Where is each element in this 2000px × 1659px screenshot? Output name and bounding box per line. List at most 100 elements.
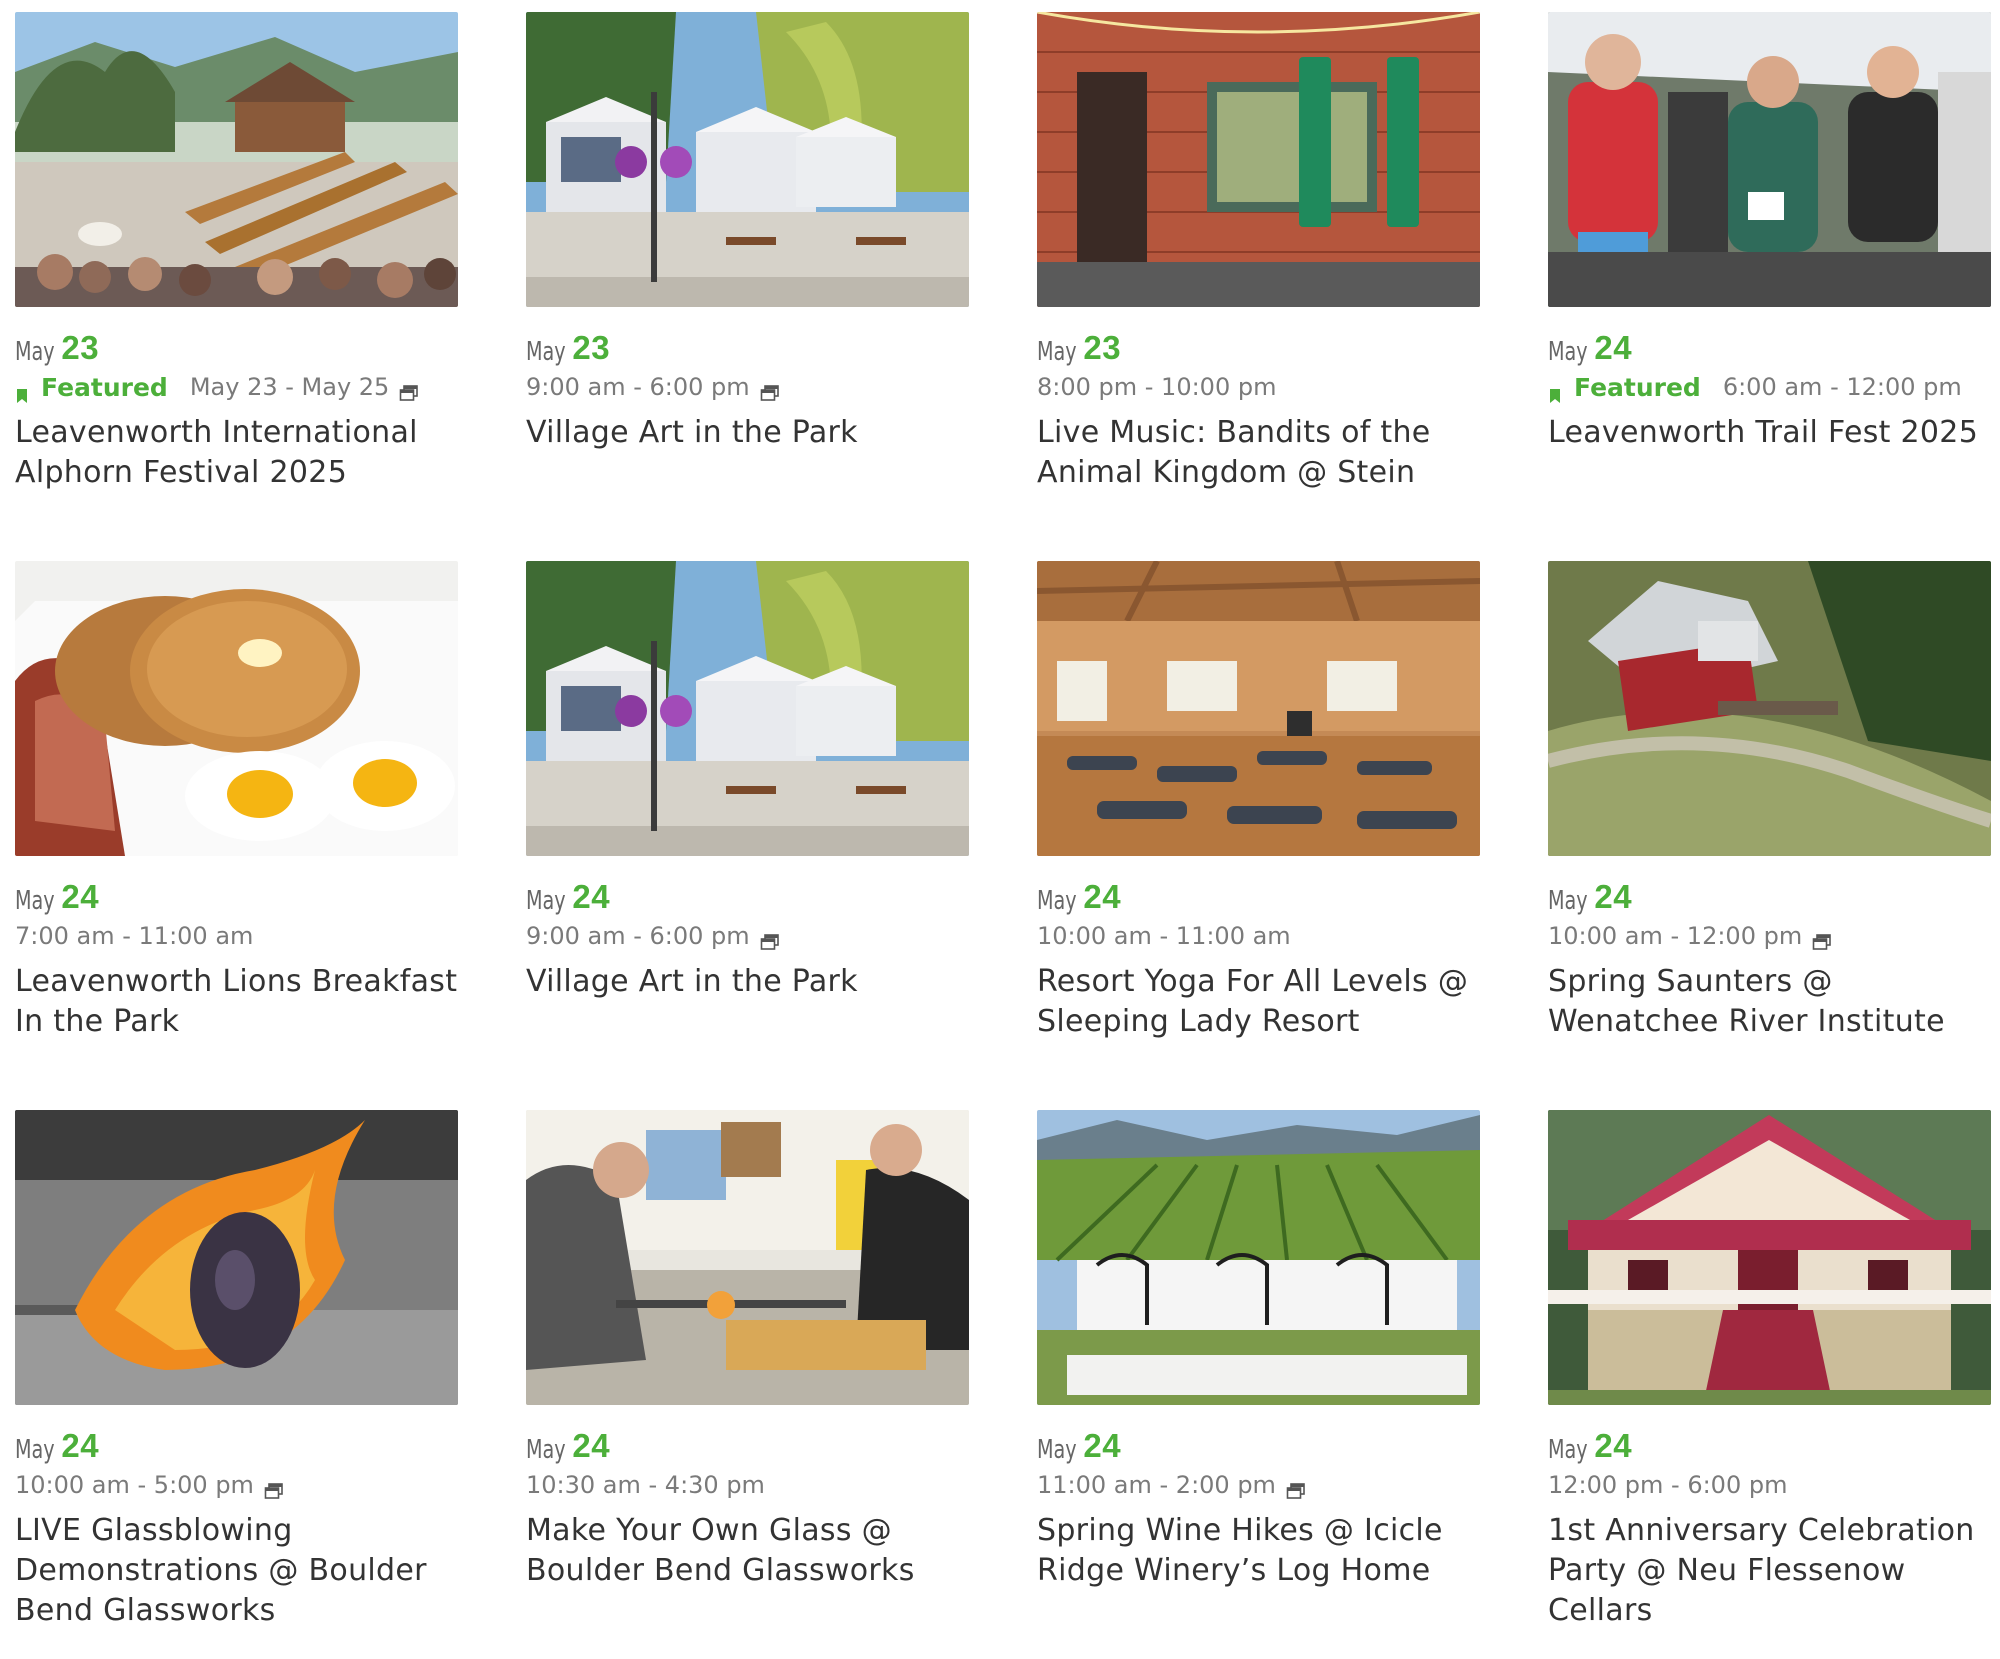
- event-image[interactable]: [526, 1110, 969, 1405]
- event-month: May: [15, 886, 55, 916]
- recurring-series-icon[interactable]: [1812, 928, 1832, 950]
- event-date: May 24: [1548, 1427, 1991, 1465]
- event-card[interactable]: May 24 10:30 am - 4:30 pm Make Your Own Gla…: [526, 1110, 969, 1659]
- events-grid: May 23 Featured May 23 - May 25 Leavenworth …: [15, 12, 1991, 1659]
- event-time: 12:00 pm - 6:00 pm: [1548, 1471, 1788, 1499]
- event-meta: 10:30 am - 4:30 pm: [526, 1469, 969, 1501]
- event-time: 6:00 am - 12:00 pm: [1722, 373, 1962, 401]
- event-month: May: [1037, 886, 1077, 916]
- event-meta: Featured 6:00 am - 12:00 pm: [1548, 371, 1991, 403]
- event-card[interactable]: May 23 8:00 pm - 10:00 pm Live Music: Bandi…: [1037, 12, 1480, 561]
- event-time: 7:00 am - 11:00 am: [15, 922, 254, 950]
- recurring-series-icon[interactable]: [399, 379, 419, 401]
- event-month: May: [526, 337, 566, 367]
- featured-label: Featured: [41, 372, 168, 402]
- event-meta: 10:00 am - 5:00 pm: [15, 1469, 458, 1501]
- event-image[interactable]: [1548, 561, 1991, 856]
- event-title-link[interactable]: Spring Wine Hikes @ Icicle Ridge Winery’…: [1037, 1511, 1480, 1591]
- event-meta: Featured May 23 - May 25: [15, 371, 458, 403]
- event-card[interactable]: May 24 10:00 am - 5:00 pm LIVE Glassblowing…: [15, 1110, 458, 1659]
- recurring-series-icon[interactable]: [264, 1477, 284, 1499]
- event-month: May: [526, 886, 566, 916]
- event-day: 24: [61, 1427, 100, 1464]
- event-card[interactable]: May 24 Featured 6:00 am - 12:00 pm Leavenwor…: [1548, 12, 1991, 561]
- event-card[interactable]: May 24 7:00 am - 11:00 am Leavenworth Lions…: [15, 561, 458, 1110]
- event-title-link[interactable]: Village Art in the Park: [526, 413, 969, 453]
- event-card[interactable]: May 23 Featured May 23 - May 25 Leavenworth …: [15, 12, 458, 561]
- event-image[interactable]: [1037, 12, 1480, 307]
- event-day: 24: [1083, 878, 1122, 915]
- event-day: 23: [61, 329, 100, 366]
- event-title-link[interactable]: Leavenworth International Alphorn Festiv…: [15, 413, 458, 493]
- event-date: May 24: [526, 1427, 969, 1465]
- event-day: 23: [572, 329, 611, 366]
- recurring-series-icon[interactable]: [760, 379, 780, 401]
- event-card[interactable]: May 24 9:00 am - 6:00 pm Village Art in the…: [526, 561, 969, 1110]
- event-meta: 7:00 am - 11:00 am: [15, 920, 458, 952]
- event-title-link[interactable]: Leavenworth Lions Breakfast In the Park: [15, 962, 458, 1042]
- event-month: May: [526, 1435, 566, 1465]
- event-title-link[interactable]: Village Art in the Park: [526, 962, 969, 1002]
- event-time: 9:00 am - 6:00 pm: [526, 373, 750, 401]
- event-day: 24: [1594, 878, 1633, 915]
- event-card[interactable]: May 23 9:00 am - 6:00 pm Village Art in the…: [526, 12, 969, 561]
- event-title-link[interactable]: LIVE Glassblowing Demonstrations @ Bould…: [15, 1511, 458, 1631]
- event-card[interactable]: May 24 10:00 am - 11:00 am Resort Yoga For …: [1037, 561, 1480, 1110]
- event-date: May 23: [1037, 329, 1480, 367]
- event-title-link[interactable]: Make Your Own Glass @ Boulder Bend Glass…: [526, 1511, 969, 1591]
- event-image[interactable]: [15, 561, 458, 856]
- flag-icon: [1550, 380, 1560, 403]
- event-time: May 23 - May 25: [189, 373, 390, 401]
- event-meta: 12:00 pm - 6:00 pm: [1548, 1469, 1991, 1501]
- event-month: May: [15, 1435, 55, 1465]
- event-day: 24: [1594, 329, 1633, 366]
- event-day: 24: [61, 878, 100, 915]
- featured-badge: Featured: [15, 372, 168, 403]
- event-time: 8:00 pm - 10:00 pm: [1037, 373, 1277, 401]
- event-image[interactable]: [526, 561, 969, 856]
- event-title-link[interactable]: 1st Anniversary Celebration Party @ Neu …: [1548, 1511, 1991, 1631]
- recurring-series-icon[interactable]: [760, 928, 780, 950]
- event-day: 23: [1083, 329, 1122, 366]
- event-date: May 23: [15, 329, 458, 367]
- event-day: 24: [1594, 1427, 1633, 1464]
- event-date: May 24: [1037, 1427, 1480, 1465]
- event-image[interactable]: [1548, 1110, 1991, 1405]
- event-time: 10:30 am - 4:30 pm: [526, 1471, 765, 1499]
- featured-label: Featured: [1574, 372, 1701, 402]
- recurring-series-icon[interactable]: [1286, 1477, 1306, 1499]
- event-image[interactable]: [1037, 1110, 1480, 1405]
- event-date: May 24: [1548, 329, 1991, 367]
- featured-badge: Featured: [1548, 372, 1701, 403]
- event-title-link[interactable]: Resort Yoga For All Levels @ Sleeping La…: [1037, 962, 1480, 1042]
- event-title-link[interactable]: Leavenworth Trail Fest 2025: [1548, 413, 1991, 453]
- event-image[interactable]: [1548, 12, 1991, 307]
- event-date: May 24: [15, 878, 458, 916]
- event-month: May: [15, 337, 55, 367]
- event-title-link[interactable]: Spring Saunters @ Wenatchee River Instit…: [1548, 962, 1991, 1042]
- event-card[interactable]: May 24 12:00 pm - 6:00 pm 1st Anniversary C…: [1548, 1110, 1991, 1659]
- event-meta: 8:00 pm - 10:00 pm: [1037, 371, 1480, 403]
- event-image[interactable]: [15, 12, 458, 307]
- event-day: 24: [572, 878, 611, 915]
- event-card[interactable]: May 24 11:00 am - 2:00 pm Spring Wine Hikes…: [1037, 1110, 1480, 1659]
- event-image[interactable]: [526, 12, 969, 307]
- event-time: 10:00 am - 12:00 pm: [1548, 922, 1803, 950]
- event-time: 9:00 am - 6:00 pm: [526, 922, 750, 950]
- event-meta: 9:00 am - 6:00 pm: [526, 920, 969, 952]
- event-month: May: [1037, 337, 1077, 367]
- flag-icon: [17, 380, 27, 403]
- event-day: 24: [572, 1427, 611, 1464]
- event-date: May 24: [1548, 878, 1991, 916]
- event-time: 11:00 am - 2:00 pm: [1037, 1471, 1276, 1499]
- event-meta: 10:00 am - 12:00 pm: [1548, 920, 1991, 952]
- event-date: May 24: [1037, 878, 1480, 916]
- event-month: May: [1037, 1435, 1077, 1465]
- event-title-link[interactable]: Live Music: Bandits of the Animal Kingdo…: [1037, 413, 1480, 493]
- event-image[interactable]: [15, 1110, 458, 1405]
- event-date: May 24: [15, 1427, 458, 1465]
- event-month: May: [1548, 886, 1588, 916]
- event-image[interactable]: [1037, 561, 1480, 856]
- event-day: 24: [1083, 1427, 1122, 1464]
- event-card[interactable]: May 24 10:00 am - 12:00 pm Spring Saunters …: [1548, 561, 1991, 1110]
